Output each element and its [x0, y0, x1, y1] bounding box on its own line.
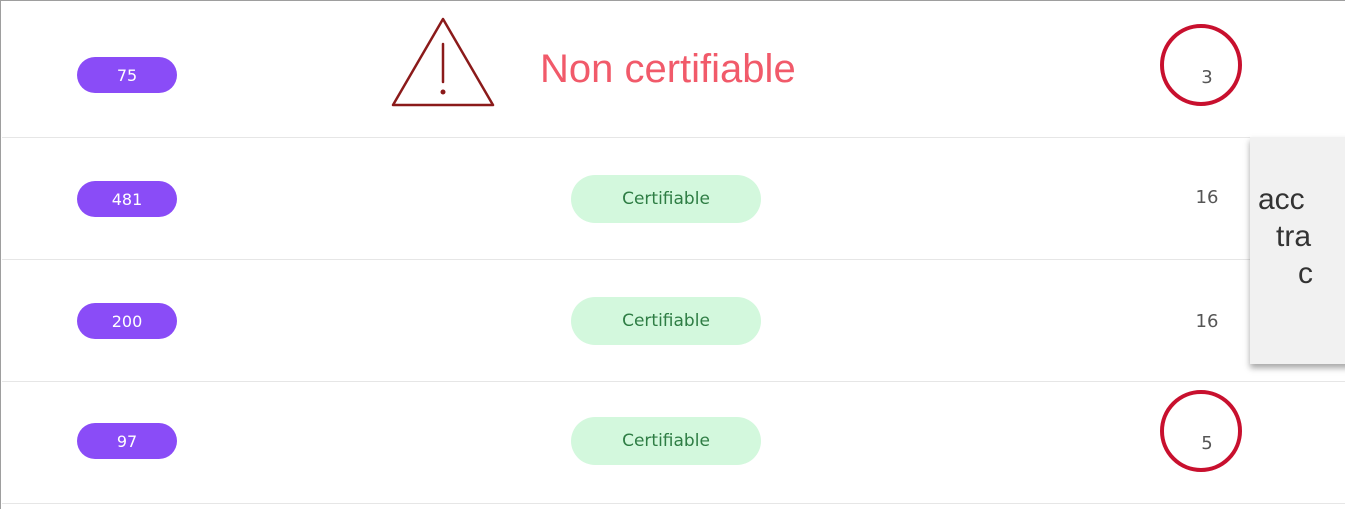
tooltip-line: acc: [1258, 183, 1305, 216]
id-badge[interactable]: 481: [77, 181, 177, 217]
id-badge[interactable]: 75: [77, 57, 177, 93]
table-row: 200 Certifiable 16: [2, 259, 1345, 382]
status-badge: Certifiable: [571, 297, 761, 345]
table-row: 97 Certifiable 5: [2, 381, 1345, 504]
row-divider: [2, 503, 1345, 504]
tooltip-line: c: [1298, 257, 1313, 290]
warning-triangle-icon: [391, 17, 495, 107]
id-badge[interactable]: 97: [77, 423, 177, 459]
id-badge[interactable]: 200: [77, 303, 177, 339]
status-badge: Certifiable: [571, 417, 761, 465]
table-row: 481 Certifiable 16: [2, 137, 1345, 260]
highlight-circle: [1160, 24, 1242, 106]
count-value: 16: [1195, 186, 1219, 208]
status-badge: Certifiable: [571, 175, 761, 223]
non-certifiable-label: Non certifiable: [540, 47, 796, 91]
tooltip: acc tra c: [1250, 137, 1345, 364]
count-value: 16: [1195, 310, 1219, 332]
highlight-circle: [1160, 390, 1242, 472]
tooltip-line: tra: [1276, 220, 1312, 253]
